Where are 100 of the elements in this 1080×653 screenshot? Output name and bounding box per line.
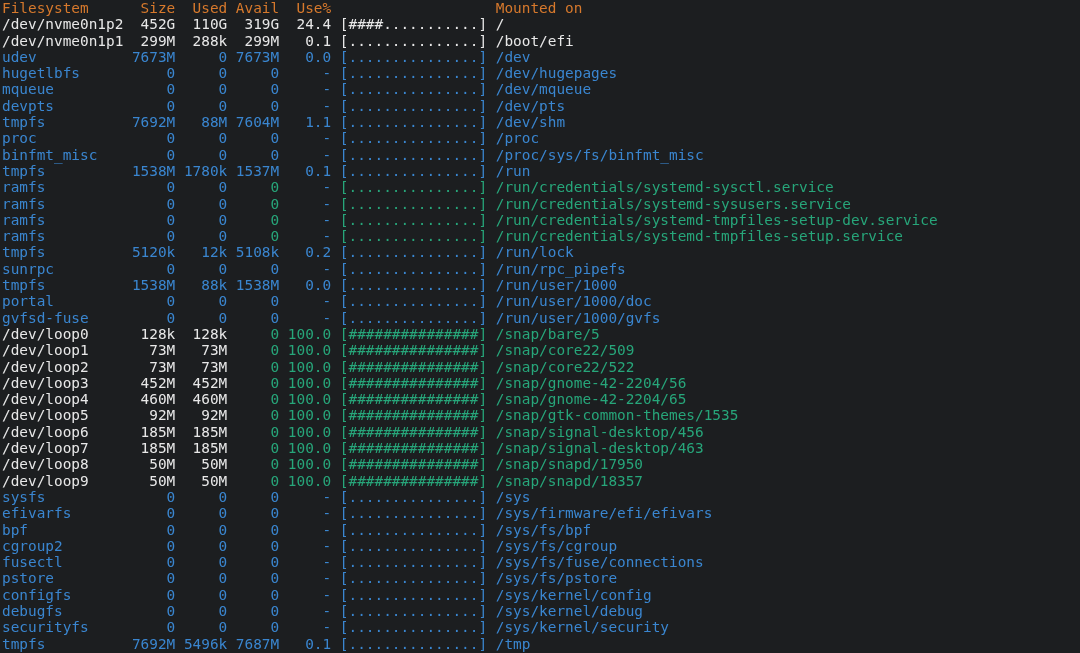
- usage-bar-text: [###############]: [339, 358, 488, 375]
- filesystem-cell: /dev/loop4: [2, 391, 89, 408]
- mount-point-cell: /sys: [495, 488, 531, 505]
- filesystem-cell: /dev/loop7: [2, 440, 89, 456]
- usage-bar-text: [...............]: [339, 293, 488, 310]
- filesystem-cell: efivarfs: [2, 505, 72, 522]
- size-cell: 0: [166, 293, 176, 310]
- size-cell: 0: [166, 586, 176, 603]
- filesystem-cell: /dev/loop3: [2, 374, 89, 391]
- mount-point-cell: /run/rpc_pipefs: [495, 260, 626, 277]
- mount-point-cell: /run/user/1000: [495, 277, 618, 294]
- used-cell: 88k: [201, 277, 228, 294]
- size-cell: 7692M: [131, 114, 176, 131]
- avail-cell: 7604M: [235, 114, 280, 131]
- avail-cell: 1537M: [235, 162, 280, 179]
- usage-bar-text: [###############]: [339, 374, 488, 391]
- column-header: Mounted on: [495, 0, 583, 16]
- usage-bar-text: [...............]: [339, 619, 488, 636]
- avail-cell: 0: [270, 97, 280, 114]
- use-percent-cell: 100.0: [287, 423, 332, 440]
- column-header: Used: [192, 0, 228, 16]
- size-cell: 452M: [140, 374, 176, 391]
- use-percent-cell: 0.1: [305, 162, 332, 179]
- use-percent-cell: -: [322, 603, 332, 619]
- use-percent-cell: 100.0: [287, 456, 332, 473]
- usage-bar-text: [...............]: [339, 277, 488, 294]
- usage-bar-text: [...............]: [339, 570, 488, 587]
- filesystem-cell: mqueue: [2, 81, 54, 98]
- filesystem-cell: ramfs: [2, 195, 46, 212]
- size-cell: 185M: [140, 423, 176, 440]
- size-cell: 0: [166, 554, 176, 571]
- filesystem-cell: tmpfs: [2, 277, 46, 294]
- use-percent-cell: -: [322, 619, 332, 636]
- usage-bar-text: [###############]: [339, 391, 488, 408]
- avail-cell: 5108k: [235, 244, 280, 261]
- used-cell: 0: [218, 97, 228, 114]
- size-cell: 452G: [140, 16, 176, 33]
- usage-bar-text: [...............]: [339, 81, 488, 98]
- used-cell: 92M: [201, 407, 228, 424]
- avail-cell: 0: [270, 342, 280, 359]
- mount-point-cell: /run: [495, 162, 531, 179]
- filesystem-cell: debugfs: [2, 603, 63, 619]
- avail-cell: 0: [270, 619, 280, 636]
- used-cell: 0: [218, 179, 228, 196]
- use-percent-cell: 0.0: [305, 48, 332, 65]
- use-percent-cell: -: [322, 521, 332, 538]
- mount-point-cell: /snap/snapd/17950: [495, 456, 644, 473]
- use-percent-cell: -: [322, 260, 332, 277]
- used-cell: 50M: [201, 456, 228, 473]
- avail-cell: 0: [270, 228, 280, 245]
- used-cell: 128k: [192, 325, 228, 342]
- column-header: Filesystem: [2, 0, 89, 16]
- filesystem-cell: proc: [2, 130, 37, 147]
- use-percent-cell: 0.1: [305, 635, 332, 652]
- mount-point-cell: /snap/gnome-42-2204/65: [495, 391, 687, 408]
- usage-bar-text: [###############]: [339, 325, 488, 342]
- mount-point-cell: /snap/core22/509: [495, 342, 635, 359]
- used-cell: 0: [218, 130, 228, 147]
- usage-bar-text: [...............]: [339, 146, 488, 163]
- avail-cell: 0: [270, 537, 280, 554]
- avail-cell: 1538M: [235, 277, 280, 294]
- filesystem-cell: portal: [2, 293, 54, 310]
- used-cell: 0: [218, 586, 228, 603]
- filesystem-cell: /dev/nvme0n1p2: [2, 16, 124, 33]
- use-percent-cell: -: [322, 146, 332, 163]
- filesystem-cell: sysfs: [2, 488, 46, 505]
- filesystem-cell: udev: [2, 48, 37, 65]
- usage-bar-text: [...............]: [339, 521, 488, 538]
- size-cell: 0: [166, 309, 176, 326]
- avail-cell: 0: [270, 260, 280, 277]
- usage-bar-text: [...............]: [339, 603, 488, 619]
- mount-point-cell: /sys/kernel/security: [495, 619, 670, 636]
- mount-point-cell: /sys/kernel/debug: [495, 603, 644, 619]
- used-cell: 73M: [201, 342, 228, 359]
- usage-bar-text: [###############]: [339, 423, 488, 440]
- use-percent-cell: -: [322, 211, 332, 228]
- used-cell: 0: [218, 228, 228, 245]
- filesystem-cell: tmpfs: [2, 244, 46, 261]
- avail-cell: 0: [270, 293, 280, 310]
- used-cell: 0: [218, 146, 228, 163]
- filesystem-cell: /dev/loop1: [2, 342, 89, 359]
- use-percent-cell: -: [322, 97, 332, 114]
- avail-cell: 0: [270, 130, 280, 147]
- filesystem-cell: /dev/loop2: [2, 358, 89, 375]
- mount-point-cell: /snap/signal-desktop/456: [495, 423, 704, 440]
- size-cell: 185M: [140, 440, 176, 456]
- size-cell: 1538M: [131, 277, 176, 294]
- used-cell: 1780k: [183, 162, 228, 179]
- mount-point-cell: /sys/fs/cgroup: [495, 537, 618, 554]
- size-cell: 0: [166, 146, 176, 163]
- use-percent-cell: 100.0: [287, 407, 332, 424]
- filesystem-cell: /dev/loop6: [2, 423, 89, 440]
- avail-cell: 0: [270, 195, 280, 212]
- size-cell: 7673M: [131, 48, 176, 65]
- used-cell: 0: [218, 81, 228, 98]
- usage-bar-text: [####...........]: [339, 16, 488, 33]
- used-cell: 0: [218, 521, 228, 538]
- size-cell: 73M: [149, 358, 176, 375]
- size-cell: 0: [166, 570, 176, 587]
- size-cell: 0: [166, 603, 176, 619]
